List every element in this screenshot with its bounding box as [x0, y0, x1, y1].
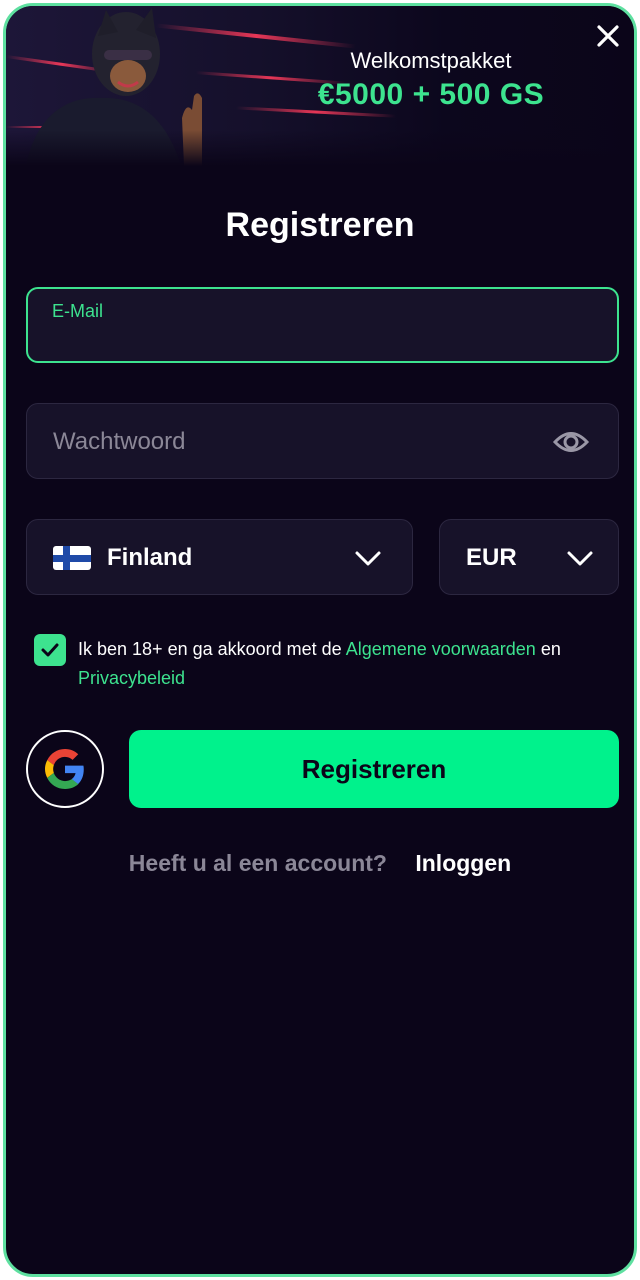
- email-field[interactable]: E-Mail: [26, 287, 619, 363]
- close-button[interactable]: [592, 20, 624, 52]
- terms-mid: en: [540, 639, 561, 659]
- banner-fade: [6, 130, 634, 166]
- password-placeholder: Wachtwoord: [53, 428, 186, 455]
- currency-select[interactable]: EUR: [439, 519, 619, 595]
- welcome-banner: Welkomstpakket €5000 + 500 GS: [6, 6, 634, 166]
- check-icon: [41, 643, 59, 657]
- promo-title: Welkomstpakket: [350, 48, 512, 73]
- terms-text: Ik ben 18+ en ga akkoord met de Algemene…: [78, 635, 598, 693]
- registration-modal: Welkomstpakket €5000 + 500 GS Registrere…: [3, 3, 637, 1277]
- login-link[interactable]: Inloggen: [415, 850, 511, 876]
- chevron-down-icon: [567, 551, 593, 566]
- email-label: E-Mail: [52, 301, 104, 321]
- terms-link[interactable]: Algemene voorwaarden: [346, 639, 536, 659]
- page-title: Registreren: [225, 206, 415, 244]
- promo-text: Welkomstpakket €5000 + 500 GS: [296, 48, 566, 112]
- register-button[interactable]: Registreren: [129, 730, 619, 808]
- currency-value: EUR: [466, 544, 517, 571]
- eye-icon[interactable]: [552, 426, 590, 458]
- login-prompt: Heeft u al een account? Inloggen: [6, 850, 634, 877]
- google-icon: [45, 749, 84, 789]
- promo-amount: €5000 + 500 GS: [317, 78, 545, 111]
- privacy-link[interactable]: Privacybeleid: [78, 668, 185, 688]
- close-icon: [597, 25, 619, 47]
- finland-flag-icon: [53, 546, 91, 570]
- country-value: Finland: [107, 544, 193, 571]
- country-select[interactable]: Finland: [26, 519, 413, 595]
- google-signup-button[interactable]: [26, 730, 104, 808]
- password-field[interactable]: Wachtwoord: [26, 403, 619, 479]
- terms-prefix: Ik ben 18+ en ga akkoord met de: [78, 639, 342, 659]
- consent-checkbox[interactable]: [34, 634, 66, 666]
- chevron-down-icon: [355, 551, 381, 566]
- account-question: Heeft u al een account?: [128, 850, 387, 876]
